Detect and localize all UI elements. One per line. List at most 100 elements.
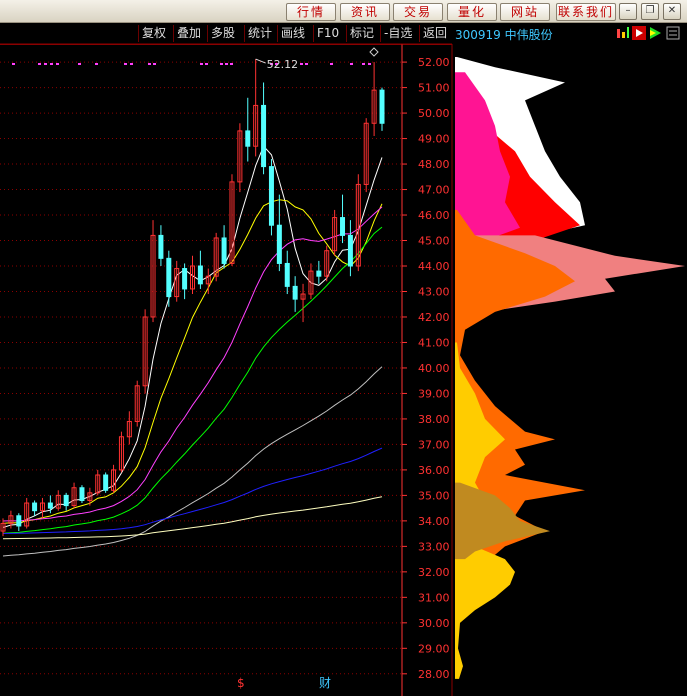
candle-body [292,285,298,300]
candle-body [103,474,109,491]
toolbar-item-5[interactable]: F10 [313,25,342,42]
signal-dot [205,63,208,65]
candle-body [363,122,369,185]
bar-chart-icon[interactable] [616,26,630,40]
y-tick-label: 47.00 [418,184,450,197]
toolbar-item-8[interactable]: 返回 [419,25,450,42]
y-tick-label: 43.00 [418,285,450,298]
top-button-2[interactable]: 交易 [393,3,443,21]
minimize-icon[interactable]: – [619,3,637,20]
ma120-line [2,447,383,534]
candle-body [24,502,30,527]
candle-body [32,502,38,512]
y-tick-label: 28.00 [418,668,450,681]
y-tick-label: 46.00 [418,209,450,222]
candle-body [379,89,385,124]
top-button-0[interactable]: 行情 [286,3,336,21]
candle-body [300,293,306,300]
candle-body [276,224,282,264]
candle-body [0,522,6,532]
chart-toolbar: 复权 叠加 多股 统计 画线 F10 标记 -自选 返回 [0,23,452,45]
ma20-line [2,206,383,522]
signal-dot [300,63,303,65]
toolbar-item-4[interactable]: 画线 [277,25,308,42]
play-red-icon[interactable] [632,26,646,40]
candle-body [190,265,195,290]
stock-code: 300919 [455,28,501,42]
y-tick-label: 29.00 [418,642,450,655]
toolbar-item-0[interactable]: 复权 [138,25,169,42]
candle-body [237,130,243,183]
signal-dot [330,63,333,65]
y-tick-label: 45.00 [418,235,450,248]
signal-dot [153,63,156,65]
candle-body [158,234,164,259]
toolbar-item-1[interactable]: 叠加 [173,25,204,42]
signal-dot [225,63,228,65]
diamond-marker [369,47,379,57]
signal-dot [275,63,278,65]
signal-dot [270,63,273,65]
y-tick-label: 48.00 [418,158,450,171]
bottom-marker-finance: 财 [319,676,331,690]
candle-body [261,104,267,168]
toolbar-item-6[interactable]: 标记 [346,25,377,42]
candle-body [150,234,156,318]
candle-body [308,270,314,295]
candle-body [347,234,353,267]
signal-dot [38,63,41,65]
y-tick-label: 41.00 [418,336,450,349]
close-icon[interactable]: ✕ [663,3,681,20]
y-tick-label: 30.00 [418,617,450,630]
candle-body [87,492,93,501]
candle-body [205,275,211,285]
volume-profile-band [455,235,685,312]
y-tick-label: 31.00 [418,591,450,604]
top-button-3[interactable]: 量化 [447,3,497,21]
y-tick-label: 36.00 [418,464,450,477]
bottom-marker-dollar: $ [237,676,245,690]
candle-body [332,217,338,252]
candle-body [316,270,322,277]
candle-body [111,469,117,491]
volume-profile-band [455,57,585,241]
chart-menu-icon[interactable] [666,26,680,40]
volume-profile-band [455,482,550,560]
candle-body [142,316,148,387]
signal-dot [148,63,151,65]
signal-dot [130,63,133,65]
candle-body [340,217,346,236]
candle-body [16,515,22,527]
top-menu-bar: 行情 资讯 交易 量化 网站 联系我们 – ❐ ✕ [0,0,687,23]
ma5-line [2,145,383,528]
y-tick-label: 51.00 [418,82,450,95]
signal-dot [56,63,59,65]
signal-dot [368,63,371,65]
volume-profile-band [455,72,520,241]
high-annotation-line [255,58,266,64]
toolbar-item-7[interactable]: -自选 [380,25,415,42]
top-button-1[interactable]: 资讯 [340,3,390,21]
top-button-5[interactable]: 联系我们 [556,3,616,21]
candle-body [253,104,259,147]
toolbar-item-2[interactable]: 多股 [207,25,238,42]
candle-body [79,487,85,501]
signal-dot [44,63,47,65]
top-button-4[interactable]: 网站 [500,3,550,21]
candle-body [268,166,274,226]
candle-body [8,515,14,524]
candle-body [95,474,101,494]
candle-body [174,268,180,298]
signal-dot [220,63,223,65]
volume-profile-band [455,209,585,598]
candle-body [134,385,140,422]
y-tick-label: 49.00 [418,133,450,146]
volume-profile-band [455,125,580,254]
candle-body [47,502,53,509]
toolbar-item-3[interactable]: 统计 [244,25,275,42]
stock-name: 中伟股份 [504,28,553,42]
restore-icon[interactable]: ❐ [641,3,659,20]
play-green-icon[interactable] [648,26,662,40]
candle-body [355,183,361,267]
candle-body [182,268,188,290]
